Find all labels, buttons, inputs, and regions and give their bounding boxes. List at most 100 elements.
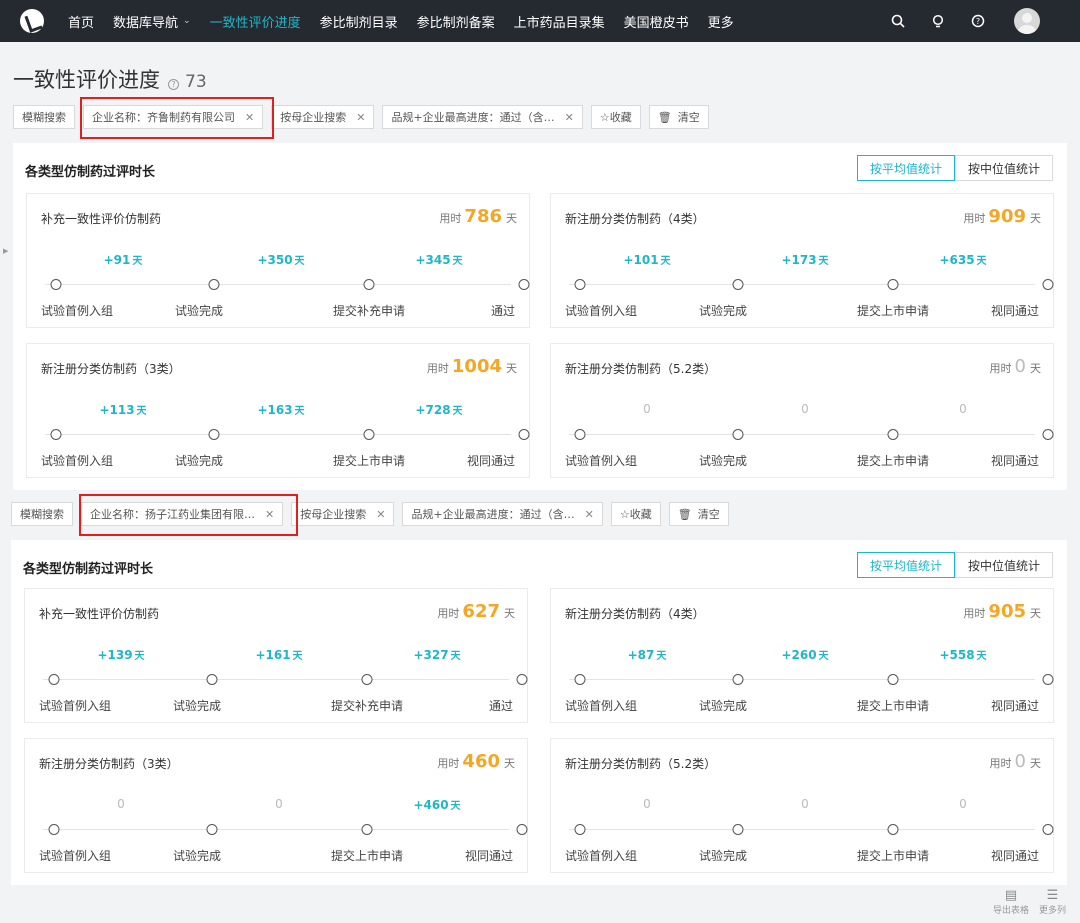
total-duration: 用时 0 天 [990,356,1041,377]
expand-arrow-icon[interactable]: ▶ [3,247,8,255]
nav-home[interactable]: 首页 [68,12,94,31]
more-columns-label: 更多列 [1038,906,1066,916]
more-columns-button[interactable]: ☰ 更多列 [1038,889,1066,917]
total-duration: 用时 0 天 [990,751,1041,772]
duration-prefix: 用时 [963,212,986,225]
stage-label: 试验完成 [699,304,748,318]
duration-unit: 天 [1030,757,1041,770]
nav-database-label: 数据库导航 [113,15,179,31]
duration-prefix: 用时 [439,212,462,225]
segment-duration: 0 [643,402,651,416]
result-count: 73 [185,72,207,92]
nav-database[interactable]: 数据库导航 ⌄ [113,12,191,31]
segment-duration: 0 [275,797,283,811]
median-toggle-button[interactable]: 按中位值统计 [954,552,1053,578]
help-icon[interactable]: ? [168,79,179,90]
duration-value: 460 [462,751,500,772]
stage-label: 试验首例入组 [39,849,112,863]
duration-value: 909 [988,206,1026,227]
duration-unit: 天 [1030,362,1041,375]
average-toggle-button[interactable]: 按平均值统计 [856,552,955,578]
segment-value: +113 [99,403,135,417]
logo[interactable] [20,9,44,33]
average-toggle-button[interactable]: 按平均值统计 [856,155,955,181]
segment-value: +558 [939,648,975,662]
duration-value: 786 [464,206,502,227]
close-icon[interactable]: ✕ [565,111,574,124]
duration-prefix: 用时 [989,362,1012,375]
segment-value: +161 [255,648,291,662]
export-table-button[interactable]: ▤ 导出表格 [993,889,1029,917]
duration-card: 新注册分类仿制药（5.2类） 用时 0 天 0 0 0 试验首例入组 试验完成 提交上市申请 视同通… [550,343,1054,478]
nav-reference-catalog[interactable]: 参比制剂目录 [320,12,398,31]
segment-value: 0 [643,797,651,811]
stage-label: 试验首例入组 [565,454,638,468]
timeline-track [45,284,511,285]
milestone-dot [206,674,218,685]
clear-button[interactable]: 🗑 清空 [668,502,729,526]
highlight-box [80,97,274,139]
milestone-dot [516,824,528,835]
fuzzy-search-chip[interactable]: 模糊搜索 [13,105,75,129]
nav-reference-filing[interactable]: 参比制剂备案 [417,12,495,31]
milestone-dot [518,279,530,290]
segment-duration: +327 天 [413,647,460,662]
stage-label: 提交上市申请 [333,454,406,468]
search-icon[interactable] [888,11,908,31]
nav-consistency[interactable]: 一致性评价进度 [210,12,301,31]
segment-duration: +350 天 [257,252,304,267]
nav-more[interactable]: 更多 [708,12,734,31]
card-title: 新注册分类仿制药（4类） [565,212,705,226]
stage-label: 提交补充申请 [331,699,404,713]
segment-duration: 0 [959,797,967,811]
stage-label: 试验完成 [699,454,748,468]
duration-value: 905 [988,601,1026,622]
duration-prefix: 用时 [426,362,449,375]
chip-label: 清空 [697,508,720,521]
stage-label: 试验首例入组 [565,699,638,713]
median-toggle-button[interactable]: 按中位值统计 [954,155,1053,181]
total-duration: 用时 627 天 [437,601,515,622]
segment-duration: +139 天 [97,647,144,662]
segment-value: 0 [801,402,809,416]
nav-reference-filing-label: 参比制剂备案 [416,15,495,31]
help-icon[interactable]: ? [968,11,988,31]
stage-label: 试验首例入组 [565,304,638,318]
nav-orange-book[interactable]: 美国橙皮书 [624,12,689,31]
timeline-track [43,679,509,680]
segment-unit: 天 [976,651,987,662]
milestone-dot [516,674,528,685]
progress-filter-chip[interactable]: 品规+企业最高进度：通过（含… ✕ [382,105,583,129]
milestone-dot [206,824,218,835]
duration-unit: 天 [504,607,515,620]
svg-text:?: ? [976,17,980,26]
segment-duration: +163 天 [257,402,304,417]
close-icon[interactable]: ✕ [356,111,365,124]
stage-label: 试验首例入组 [41,304,114,318]
duration-card: 新注册分类仿制药（3类） 用时 1004 天 +113 天 +163 天 +728 天试验首例入组… [26,343,530,478]
close-icon[interactable]: ✕ [376,508,385,521]
fuzzy-search-chip[interactable]: 模糊搜索 [11,502,73,526]
parent-company-chip[interactable]: 按母企业搜索 ✕ [291,502,395,526]
progress-filter-chip[interactable]: 品规+企业最高进度：通过（含… ✕ [402,502,603,526]
segment-value: 0 [959,402,967,416]
card-title: 新注册分类仿制药（5.2类） [565,757,717,771]
stage-label: 视同通过 [464,849,513,863]
trash-icon: 🗑 [677,507,692,521]
segment-unit: 天 [294,256,305,267]
clear-button[interactable]: 🗑 清空 [648,105,709,129]
close-icon[interactable]: ✕ [585,508,594,521]
favorite-button[interactable]: ☆收藏 [610,502,661,526]
parent-company-chip[interactable]: 按母企业搜索 ✕ [271,105,375,129]
avatar[interactable] [1014,8,1040,34]
card-title: 新注册分类仿制药（3类） [41,362,181,376]
timeline-track [569,829,1035,830]
milestone-dot [574,674,586,685]
segment-value: +345 [415,253,451,267]
nav-home-label: 首页 [68,15,95,31]
segment-value: 0 [117,797,125,811]
favorite-button[interactable]: ☆收藏 [590,105,641,129]
nav-listed-drugs[interactable]: 上市药品目录集 [514,12,605,31]
duration-prefix: 用时 [989,757,1012,770]
lightbulb-icon[interactable] [928,11,948,31]
